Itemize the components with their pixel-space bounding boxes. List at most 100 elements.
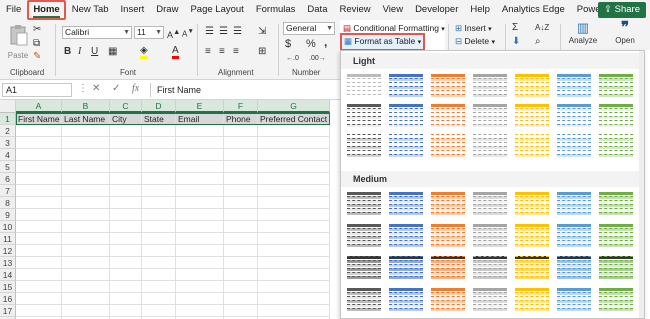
cell[interactable]: [62, 257, 110, 269]
row-header[interactable]: 9: [0, 209, 16, 221]
cell[interactable]: [258, 269, 330, 281]
table-style-swatch[interactable]: [347, 223, 381, 249]
table-style-swatch[interactable]: [431, 287, 465, 313]
cell[interactable]: [224, 197, 258, 209]
font-color-icon[interactable]: A: [172, 46, 179, 59]
table-style-swatch[interactable]: [347, 255, 381, 281]
table-style-swatch[interactable]: [431, 191, 465, 217]
sort-filter-icon[interactable]: A↓Z: [535, 22, 549, 34]
table-style-swatch[interactable]: [389, 255, 423, 281]
table-style-swatch[interactable]: [557, 191, 591, 217]
cell[interactable]: [110, 233, 142, 245]
row-header[interactable]: 2: [0, 125, 16, 137]
tab-help[interactable]: Help: [464, 0, 496, 20]
row-header[interactable]: 12: [0, 245, 16, 257]
cell[interactable]: [62, 185, 110, 197]
bold-button[interactable]: B: [64, 46, 71, 58]
table-style-swatch[interactable]: [515, 255, 549, 281]
cell[interactable]: [62, 125, 110, 137]
increase-decimal-icon[interactable]: ←.0: [286, 53, 299, 65]
row-header[interactable]: 6: [0, 173, 16, 185]
cell[interactable]: [16, 173, 62, 185]
cell[interactable]: [142, 305, 176, 317]
table-style-swatch[interactable]: [515, 133, 549, 159]
table-style-swatch[interactable]: [431, 73, 465, 99]
cell[interactable]: [224, 185, 258, 197]
table-style-swatch[interactable]: [473, 73, 507, 99]
table-style-swatch[interactable]: [347, 133, 381, 159]
decrease-decimal-icon[interactable]: .00→: [309, 53, 326, 65]
cell[interactable]: [142, 125, 176, 137]
cell[interactable]: [110, 149, 142, 161]
row-header[interactable]: 16: [0, 293, 16, 305]
italic-button[interactable]: I: [78, 46, 81, 58]
table-style-swatch[interactable]: [431, 133, 465, 159]
increase-font-icon[interactable]: A▲: [167, 26, 180, 41]
table-style-swatch[interactable]: [557, 73, 591, 99]
column-header[interactable]: G: [258, 100, 330, 113]
insert-function-icon[interactable]: fx: [132, 83, 139, 94]
cell[interactable]: [258, 305, 330, 317]
tab-developer[interactable]: Developer: [409, 0, 464, 20]
cell[interactable]: [110, 173, 142, 185]
cell[interactable]: [176, 269, 224, 281]
tab-review[interactable]: Review: [333, 0, 376, 20]
table-style-swatch[interactable]: [431, 103, 465, 129]
delete-cells-button[interactable]: ⊟ Delete ▾: [455, 35, 495, 49]
row-header[interactable]: 5: [0, 161, 16, 173]
column-header[interactable]: F: [224, 100, 258, 113]
align-center-icon[interactable]: ≡: [219, 46, 225, 58]
cell[interactable]: [16, 209, 62, 221]
cell[interactable]: [16, 293, 62, 305]
cell[interactable]: [110, 281, 142, 293]
cell[interactable]: [142, 173, 176, 185]
cell[interactable]: [224, 233, 258, 245]
gallery-scrollbar[interactable]: [639, 51, 644, 318]
row-header[interactable]: 15: [0, 281, 16, 293]
cell[interactable]: [16, 161, 62, 173]
cell[interactable]: [176, 305, 224, 317]
cell[interactable]: [142, 233, 176, 245]
table-style-swatch[interactable]: [599, 255, 633, 281]
cell[interactable]: [258, 149, 330, 161]
cell[interactable]: [176, 221, 224, 233]
cell[interactable]: [110, 293, 142, 305]
column-header[interactable]: D: [142, 100, 176, 113]
cell[interactable]: [258, 293, 330, 305]
cell[interactable]: [62, 305, 110, 317]
cell[interactable]: [258, 233, 330, 245]
cell[interactable]: [224, 149, 258, 161]
align-top-icon[interactable]: ☰: [205, 26, 214, 38]
header-cell[interactable]: First Name: [16, 113, 62, 125]
tab-home[interactable]: Home: [27, 0, 66, 20]
cell[interactable]: [258, 173, 330, 185]
cell[interactable]: [110, 209, 142, 221]
cell[interactable]: [258, 137, 330, 149]
cell[interactable]: [258, 221, 330, 233]
cell[interactable]: [110, 161, 142, 173]
cell[interactable]: [224, 305, 258, 317]
cell[interactable]: [142, 245, 176, 257]
paste-button[interactable]: Paste: [6, 24, 30, 62]
find-select-icon[interactable]: ⌕: [535, 36, 541, 48]
cell[interactable]: [142, 269, 176, 281]
cell[interactable]: [110, 257, 142, 269]
header-cell[interactable]: State: [142, 113, 176, 125]
table-style-swatch[interactable]: [389, 133, 423, 159]
analyze-button[interactable]: ▥ Analyze: [563, 20, 603, 47]
cell[interactable]: [62, 293, 110, 305]
cell[interactable]: [142, 209, 176, 221]
cell[interactable]: [176, 293, 224, 305]
fill-color-icon[interactable]: ◈: [140, 46, 148, 59]
currency-button[interactable]: $: [285, 38, 291, 50]
wrap-text-icon[interactable]: ⇲: [258, 26, 266, 38]
cell[interactable]: [176, 257, 224, 269]
table-style-swatch[interactable]: [599, 287, 633, 313]
enter-icon[interactable]: ✓: [112, 83, 120, 94]
table-style-swatch[interactable]: [431, 255, 465, 281]
cell[interactable]: [258, 197, 330, 209]
format-painter-icon[interactable]: ✎: [33, 51, 41, 63]
cell[interactable]: [258, 125, 330, 137]
cell[interactable]: [110, 245, 142, 257]
cell[interactable]: [258, 185, 330, 197]
